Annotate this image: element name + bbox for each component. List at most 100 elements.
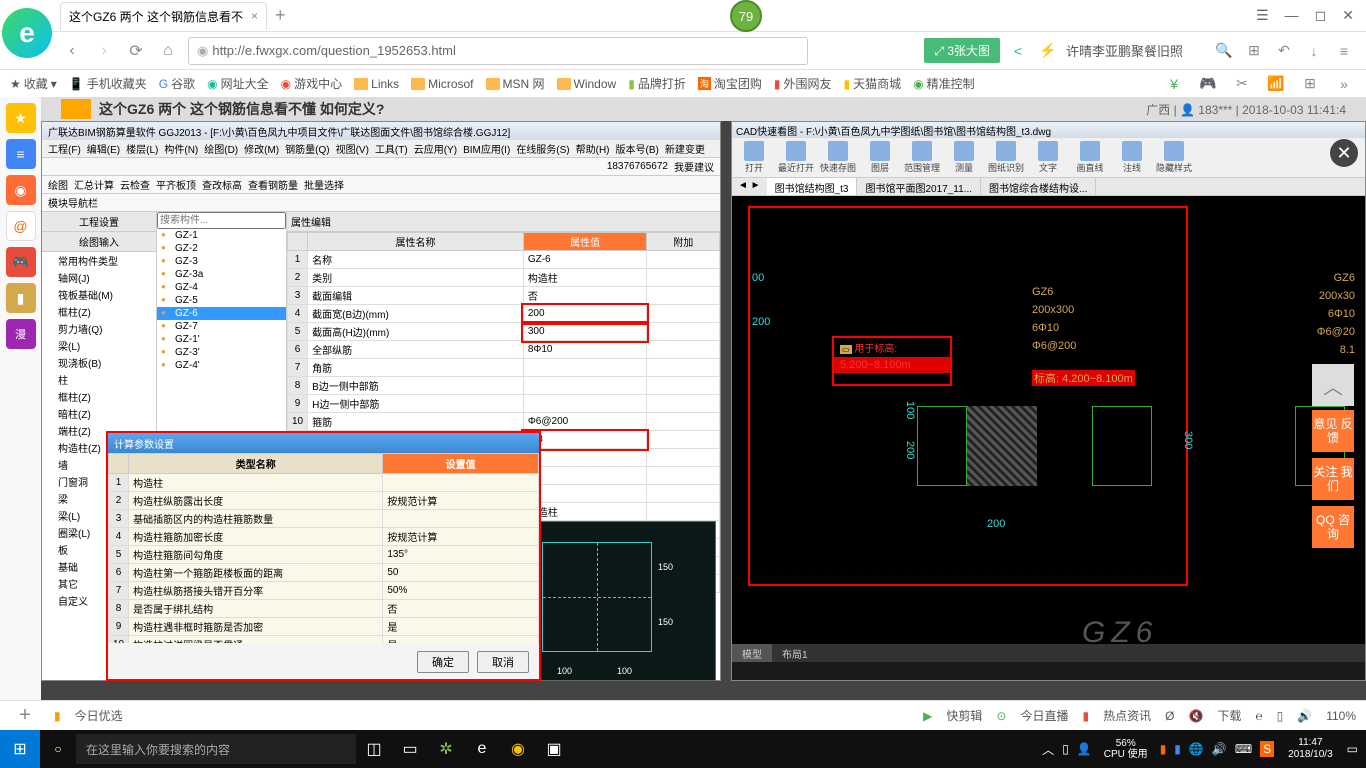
tree-item[interactable]: 框柱(Z): [42, 303, 156, 320]
follow-button[interactable]: 关注 我们: [1312, 458, 1354, 500]
download-label[interactable]: 下载: [1217, 707, 1241, 724]
task-view-icon[interactable]: ◫: [356, 730, 392, 768]
param-row[interactable]: 8是否属于绑扎结构否: [109, 600, 539, 618]
property-row[interactable]: 9H边一侧中部筋: [288, 395, 720, 413]
game-icon[interactable]: 🎮: [1196, 72, 1220, 96]
property-row[interactable]: 5截面高(H边)(mm)300: [288, 323, 720, 341]
menu-item[interactable]: 编辑(E): [87, 141, 120, 156]
mute-icon[interactable]: 🔇: [1188, 709, 1203, 723]
wifi-icon[interactable]: 📶: [1264, 72, 1288, 96]
block-icon[interactable]: Ø: [1165, 709, 1174, 723]
component-item[interactable]: GZ-6: [157, 307, 286, 320]
property-row[interactable]: 8B边一侧中部筋: [288, 377, 720, 395]
property-row[interactable]: 6全部纵筋8Φ10: [288, 341, 720, 359]
play-icon[interactable]: ▶: [923, 709, 932, 723]
maximize-icon[interactable]: ◻: [1315, 7, 1327, 24]
tree-item[interactable]: 筏板基础(M): [42, 286, 156, 303]
start-button[interactable]: ⊞: [0, 730, 40, 768]
tool-icon[interactable]: ℮: [1255, 709, 1262, 723]
toolbar-btn[interactable]: 汇总计算: [74, 177, 114, 192]
property-row[interactable]: 3截面编辑否: [288, 287, 720, 305]
menu-item[interactable]: 修改(M): [244, 141, 279, 156]
sidebar-weibo-icon[interactable]: ◉: [6, 175, 36, 205]
component-item[interactable]: GZ-4': [157, 359, 286, 372]
tree-item[interactable]: 暗柱(Z): [42, 405, 156, 422]
tray-icon[interactable]: ▯: [1062, 742, 1069, 756]
bookmark-item[interactable]: G谷歌: [159, 75, 195, 92]
cad-tab[interactable]: 图书馆结构图_t3: [767, 178, 858, 195]
close-overlay-button[interactable]: ✕: [1330, 139, 1358, 167]
taskbar-clock[interactable]: 11:47 2018/10/3: [1282, 737, 1339, 761]
param-row[interactable]: 5构造柱箍筋间勾角度135°: [109, 546, 539, 564]
taskbar-app-icon[interactable]: ✲: [428, 730, 464, 768]
tree-item[interactable]: 常用构件类型: [42, 252, 156, 269]
cad-tool-recognize[interactable]: 图纸识别: [986, 140, 1026, 175]
component-item[interactable]: GZ-2: [157, 242, 286, 255]
cancel-button[interactable]: 取消: [477, 651, 529, 673]
toolbar-btn[interactable]: 云检查: [120, 177, 150, 192]
app-icon[interactable]: ⊞: [1298, 72, 1322, 96]
bookmark-item[interactable]: ▮品牌打折: [628, 75, 686, 92]
share-icon[interactable]: <: [1006, 39, 1030, 63]
cpu-meter[interactable]: 56% CPU 使用: [1100, 738, 1152, 760]
toolbar-btn[interactable]: 绘图: [48, 177, 68, 192]
cad-tool-hide[interactable]: 隐藏样式: [1154, 140, 1194, 175]
property-row[interactable]: 2类别构造柱: [288, 269, 720, 287]
menu-item[interactable]: 工具(T): [375, 141, 408, 156]
speed-badge[interactable]: 79: [730, 0, 762, 32]
zoom-label[interactable]: 110%: [1326, 709, 1356, 723]
menu-item[interactable]: 钢筋量(Q): [285, 141, 329, 156]
favorites-button[interactable]: ★ 收藏 ▾: [10, 75, 57, 92]
tray-keyboard-icon[interactable]: ⌨: [1235, 742, 1252, 756]
notification-icon[interactable]: ▭: [1347, 742, 1358, 756]
taskbar-app-icon[interactable]: e: [464, 730, 500, 768]
home-button[interactable]: ⌂: [156, 39, 180, 63]
tree-item[interactable]: 柱: [42, 371, 156, 388]
menu-item[interactable]: 绘图(D): [204, 141, 238, 156]
cad-tool-measure[interactable]: 测量: [944, 140, 984, 175]
sidebar-at-icon[interactable]: @: [6, 211, 36, 241]
menu-item[interactable]: 版本号(B): [616, 141, 659, 156]
sidebar-star-icon[interactable]: ★: [6, 103, 36, 133]
component-item[interactable]: GZ-7: [157, 320, 286, 333]
cad-tool-range[interactable]: 范围管理: [902, 140, 942, 175]
browser-tab[interactable]: 这个GZ6 两个 这个钢筋信息看不 ×: [60, 2, 267, 30]
param-row[interactable]: 1构造柱: [109, 474, 539, 492]
cortana-icon[interactable]: ○: [40, 730, 76, 768]
flash-icon[interactable]: ⚡: [1036, 39, 1060, 63]
search-suggestion[interactable]: 许晴李亚鹏聚餐旧照: [1066, 41, 1206, 60]
taskbar-search-input[interactable]: 在这里输入你要搜索的内容: [76, 734, 356, 764]
tray-icon[interactable]: ▮: [1174, 742, 1181, 756]
sidebar-doc-icon[interactable]: ≡: [6, 139, 36, 169]
extension-icon[interactable]: ⊞: [1242, 39, 1266, 63]
tree-item[interactable]: 剪力墙(Q): [42, 320, 156, 337]
close-icon[interactable]: ×: [251, 9, 258, 23]
status-item[interactable]: 今日直播: [1020, 707, 1068, 724]
taskbar-app-icon[interactable]: ▭: [392, 730, 428, 768]
tray-volume-icon[interactable]: 🔊: [1212, 742, 1227, 756]
big-image-button[interactable]: ⤢ 3张大图: [924, 38, 1000, 63]
download-icon[interactable]: ↓: [1302, 39, 1326, 63]
cad-tool-open[interactable]: 打开: [734, 140, 774, 175]
toolbar-btn[interactable]: 平齐板顶: [156, 177, 196, 192]
bookmark-item[interactable]: Window: [557, 77, 617, 91]
tray-icon[interactable]: ▮: [1160, 742, 1167, 756]
property-row[interactable]: 1名称GZ-6: [288, 251, 720, 269]
sidebar-manga-icon[interactable]: 漫: [6, 319, 36, 349]
tray-network-icon[interactable]: 🌐: [1189, 742, 1204, 756]
param-row[interactable]: 2构造柱纵筋露出长度按规范计算: [109, 492, 539, 510]
suggest-button[interactable]: 我要建议: [674, 159, 714, 174]
qq-consult-button[interactable]: QQ 咨询: [1312, 506, 1354, 548]
component-search-input[interactable]: [157, 212, 286, 229]
param-row[interactable]: 7构造柱纵筋搭接头错开百分率50%: [109, 582, 539, 600]
component-item[interactable]: GZ-4: [157, 281, 286, 294]
bookmark-item[interactable]: ▮外围网友: [774, 75, 832, 92]
minimize-icon[interactable]: —: [1285, 7, 1299, 24]
tree-item[interactable]: 现浇板(B): [42, 354, 156, 371]
wallet-icon[interactable]: ¥: [1162, 72, 1186, 96]
back-button[interactable]: ‹: [60, 39, 84, 63]
cad-tool-layer[interactable]: 图层: [860, 140, 900, 175]
cad-tab[interactable]: 图书馆平面图2017_11...: [857, 178, 981, 195]
cad-tool-save[interactable]: 快速存图: [818, 140, 858, 175]
status-item[interactable]: 快剪辑: [946, 707, 982, 724]
